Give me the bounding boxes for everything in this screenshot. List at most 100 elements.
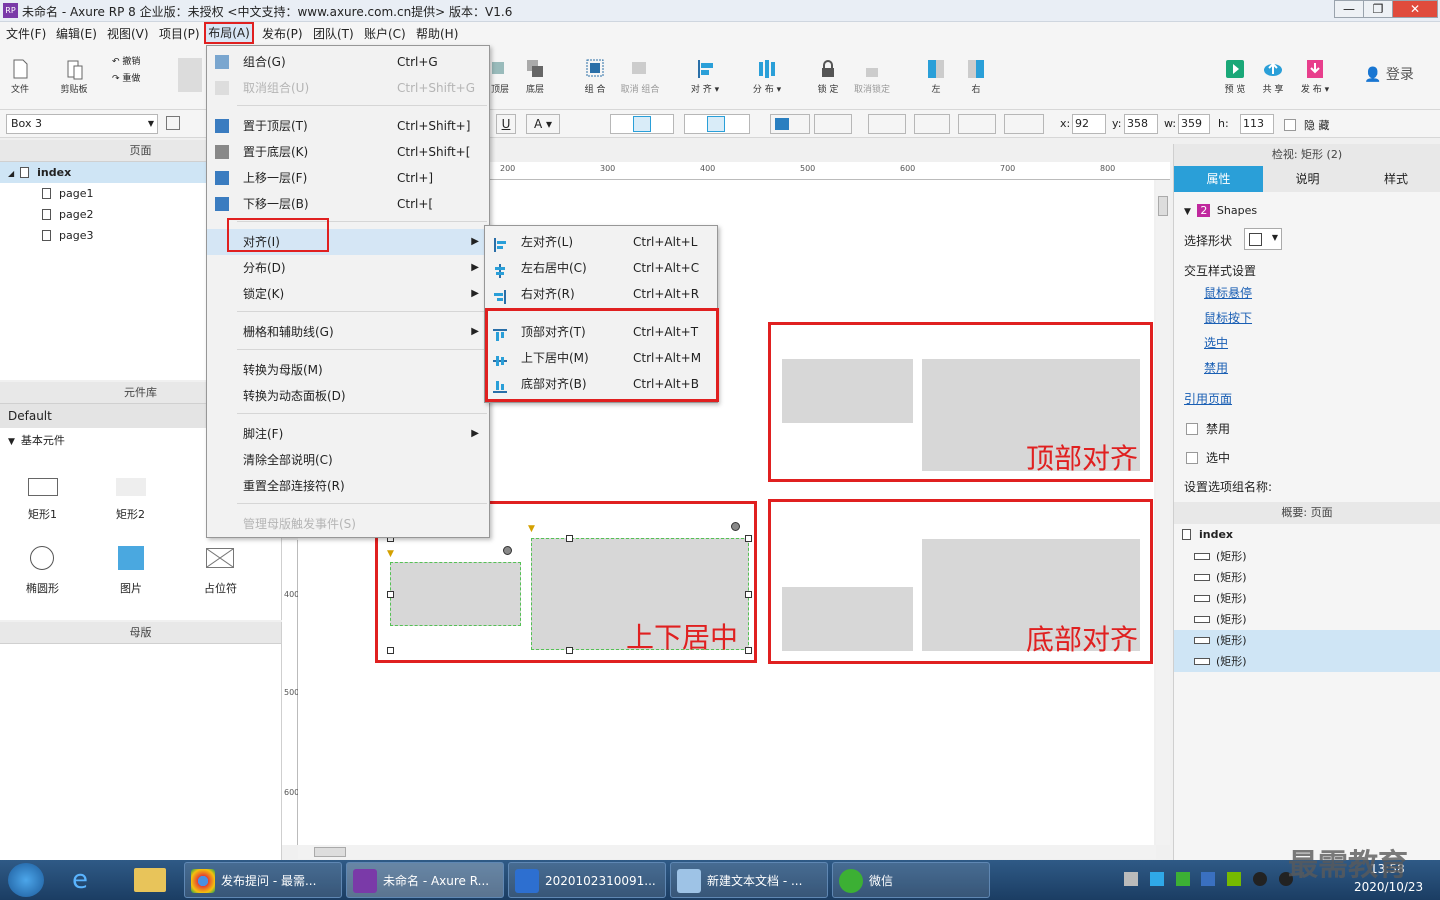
disabled-style-link[interactable]: 禁用 [1204, 359, 1228, 376]
menu-layout[interactable]: 布局(A) [204, 22, 254, 44]
line-width-button[interactable] [914, 114, 950, 134]
right-panel-button[interactable]: 右 [964, 58, 988, 95]
placeholder-icon[interactable] [206, 548, 234, 568]
tray-shield-icon[interactable] [1201, 872, 1216, 886]
close-button[interactable]: ✕ [1392, 0, 1438, 18]
rectangle-shape[interactable] [390, 562, 521, 626]
widget-select[interactable]: Box 3 ▼ [6, 114, 158, 134]
selected-style-link[interactable]: 选中 [1204, 334, 1228, 351]
hover-style-link[interactable]: 鼠标悬停 [1204, 284, 1252, 301]
align-button[interactable]: 对 齐 ▾ [688, 58, 722, 95]
arrow-style-button[interactable] [1004, 114, 1044, 134]
distribute-button[interactable]: 分 布 ▾ [750, 58, 784, 95]
line-color-button[interactable] [868, 114, 906, 134]
share-button[interactable]: 共 享 [1260, 58, 1286, 95]
x-field[interactable]: 92 [1072, 114, 1106, 134]
shape-picker[interactable]: ▼ [1244, 228, 1282, 250]
menu-file[interactable]: 文件(F) [6, 25, 46, 42]
menu-item-send-backward[interactable]: 下移一层(B) Ctrl+[ [207, 191, 489, 217]
maximize-button[interactable]: ❐ [1363, 0, 1393, 18]
start-button[interactable] [8, 863, 44, 897]
undo-button[interactable]: ↶ 撤销 [112, 54, 140, 67]
explorer-icon[interactable] [134, 868, 166, 892]
clipboard-button[interactable]: 剪贴板 [56, 58, 92, 95]
mouse-down-style-link[interactable]: 鼠标按下 [1204, 309, 1252, 326]
resize-handle[interactable] [566, 535, 573, 542]
vertical-scrollbar[interactable] [1156, 180, 1170, 845]
menu-item-clear-notes[interactable]: 清除全部说明(C) [207, 447, 489, 473]
shadow-button[interactable] [814, 114, 852, 134]
select-mode-button[interactable] [178, 58, 202, 92]
outline-item[interactable]: (矩形) [1174, 567, 1440, 588]
login-button[interactable]: 👤 登录 [1364, 64, 1414, 84]
h-field[interactable]: 113 [1240, 114, 1274, 134]
disabled-checkbox[interactable]: 禁用 [1186, 420, 1230, 437]
tray-nvidia-icon[interactable] [1227, 872, 1242, 886]
selected-checkbox[interactable]: 选中 [1186, 449, 1230, 466]
outline-item[interactable]: (矩形) [1174, 546, 1440, 567]
keyboard-icon[interactable] [1124, 872, 1138, 886]
resize-handle[interactable] [566, 647, 573, 654]
fill-color-button[interactable] [770, 114, 810, 134]
unlock-button[interactable]: 取消锁定 [852, 58, 892, 95]
ungroup-button[interactable]: 取消 组合 [618, 58, 662, 95]
tab-style[interactable]: 样式 [1352, 166, 1440, 192]
resize-handle[interactable] [745, 535, 752, 542]
group-button[interactable]: 组 合 [580, 58, 610, 95]
tray-app-icon[interactable] [1149, 872, 1164, 886]
menu-view[interactable]: 视图(V) [107, 25, 149, 42]
menu-project[interactable]: 项目(P) [159, 25, 200, 42]
ellipse-icon[interactable] [30, 546, 54, 570]
rectangle1-icon[interactable] [28, 478, 58, 496]
tray-qq-icon[interactable] [1253, 872, 1268, 886]
top-layer-button[interactable]: 顶层 [490, 58, 510, 95]
tab-properties[interactable]: 属性 [1174, 166, 1263, 192]
menu-item-ungroup[interactable]: 取消组合(U) Ctrl+Shift+G [207, 75, 489, 101]
menu-item-footnote[interactable]: 脚注(F) ▶ [207, 421, 489, 447]
tab-notes[interactable]: 说明 [1263, 166, 1352, 192]
text-align-group[interactable] [610, 114, 674, 134]
file-button[interactable]: 文件 [6, 58, 34, 95]
minimize-button[interactable]: — [1334, 0, 1364, 18]
underline-button[interactable]: U [496, 114, 516, 134]
menu-team[interactable]: 团队(T) [313, 25, 354, 42]
task-document[interactable]: 2020102310091... [508, 862, 666, 898]
preview-button[interactable]: 预 览 [1222, 58, 1248, 95]
font-color-button[interactable]: A ▾ [526, 114, 560, 134]
task-chrome[interactable]: 发布提问 - 最需... [184, 862, 342, 898]
menu-item-bring-forward[interactable]: 上移一层(F) Ctrl+] [207, 165, 489, 191]
ie-icon[interactable]: e [72, 866, 102, 894]
rectangle-shape[interactable] [782, 359, 913, 423]
menu-item-send-to-back[interactable]: 置于底层(K) Ctrl+Shift+[ [207, 139, 489, 165]
rectangle2-icon[interactable] [116, 478, 146, 496]
submenu-item-align-left[interactable]: 左对齐(L) Ctrl+Alt+L [485, 229, 717, 255]
valign-middle-button[interactable] [707, 116, 725, 132]
menu-item-convert-master[interactable]: 转换为母版(M) [207, 357, 489, 383]
bottom-layer-button[interactable]: 底层 [520, 58, 550, 95]
lock-button[interactable]: 锁 定 [814, 58, 842, 95]
menu-edit[interactable]: 编辑(E) [56, 25, 97, 42]
resize-handle[interactable] [387, 647, 394, 654]
y-field[interactable]: 358 [1124, 114, 1158, 134]
task-axure[interactable]: 未命名 - Axure R... [346, 862, 504, 898]
submenu-item-align-center[interactable]: 左右居中(C) Ctrl+Alt+C [485, 255, 717, 281]
horizontal-scrollbar[interactable] [298, 845, 1156, 859]
image-icon[interactable] [118, 546, 144, 570]
align-center-button[interactable] [633, 116, 651, 132]
left-panel-button[interactable]: 左 [924, 58, 948, 95]
corner-radius-handle-icon[interactable]: ▼ [528, 524, 535, 534]
submenu-item-align-right[interactable]: 右对齐(R) Ctrl+Alt+R [485, 281, 717, 307]
outline-item[interactable]: (矩形) [1174, 588, 1440, 609]
menu-item-master-events[interactable]: 管理母版触发事件(S) [207, 511, 489, 537]
menu-item-reset-connectors[interactable]: 重置全部连接符(R) [207, 473, 489, 499]
w-field[interactable]: 359 [1178, 114, 1210, 134]
menu-publish[interactable]: 发布(P) [262, 25, 303, 42]
publish-button[interactable]: 发 布 ▾ [1298, 58, 1332, 95]
outline-item[interactable]: (矩形) [1174, 609, 1440, 630]
task-notepad[interactable]: 新建文本文档 - ... [670, 862, 828, 898]
resize-handle[interactable] [745, 591, 752, 598]
menu-account[interactable]: 账户(C) [364, 25, 406, 42]
outline-root[interactable]: index [1182, 528, 1233, 541]
menu-item-group[interactable]: 组合(G) Ctrl+G [207, 49, 489, 75]
scrollbar-thumb[interactable] [1158, 196, 1168, 216]
